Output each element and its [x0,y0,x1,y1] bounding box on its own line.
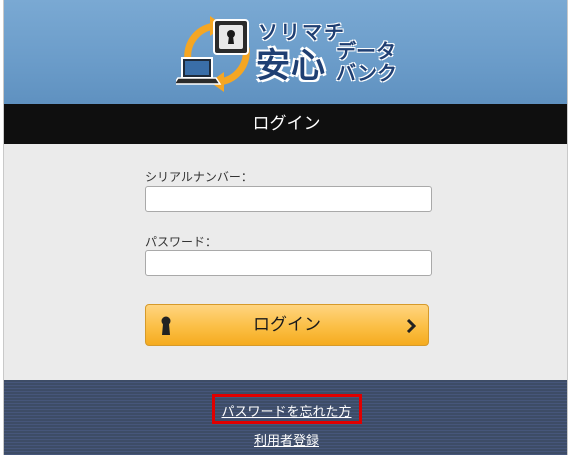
user-registration-link[interactable]: 利用者登録 [4,430,567,449]
login-page: ソリマチ 安心 データ バンク ログイン シリアルナンバー： パスワード： ログ… [3,0,568,455]
login-button-label: ログイン [253,315,321,335]
logo: ソリマチ 安心 データ バンク [176,14,408,94]
page-title: ログイン [4,104,567,144]
password-label: パスワード： [145,235,218,249]
serial-number-label: シリアルナンバー： [145,170,253,184]
logo-text-bank: バンク [336,61,397,85]
chevron-right-icon [406,319,416,333]
footer: パスワードを忘れた方 利用者登録 [4,380,567,455]
forgot-password-link[interactable]: パスワードを忘れた方 [4,401,567,420]
login-button[interactable]: ログイン [145,304,429,346]
login-form: シリアルナンバー： パスワード： ログイン [4,144,567,380]
password-input[interactable] [145,250,432,276]
logo-text-databank: データ バンク [336,40,397,84]
header-banner: ソリマチ 安心 データ バンク [4,0,567,104]
logo-text-data: データ [336,39,396,63]
serial-number-input[interactable] [145,186,432,212]
logo-text-anshin: 安心 [256,46,326,86]
laptop-safe-sync-icon [176,16,250,92]
